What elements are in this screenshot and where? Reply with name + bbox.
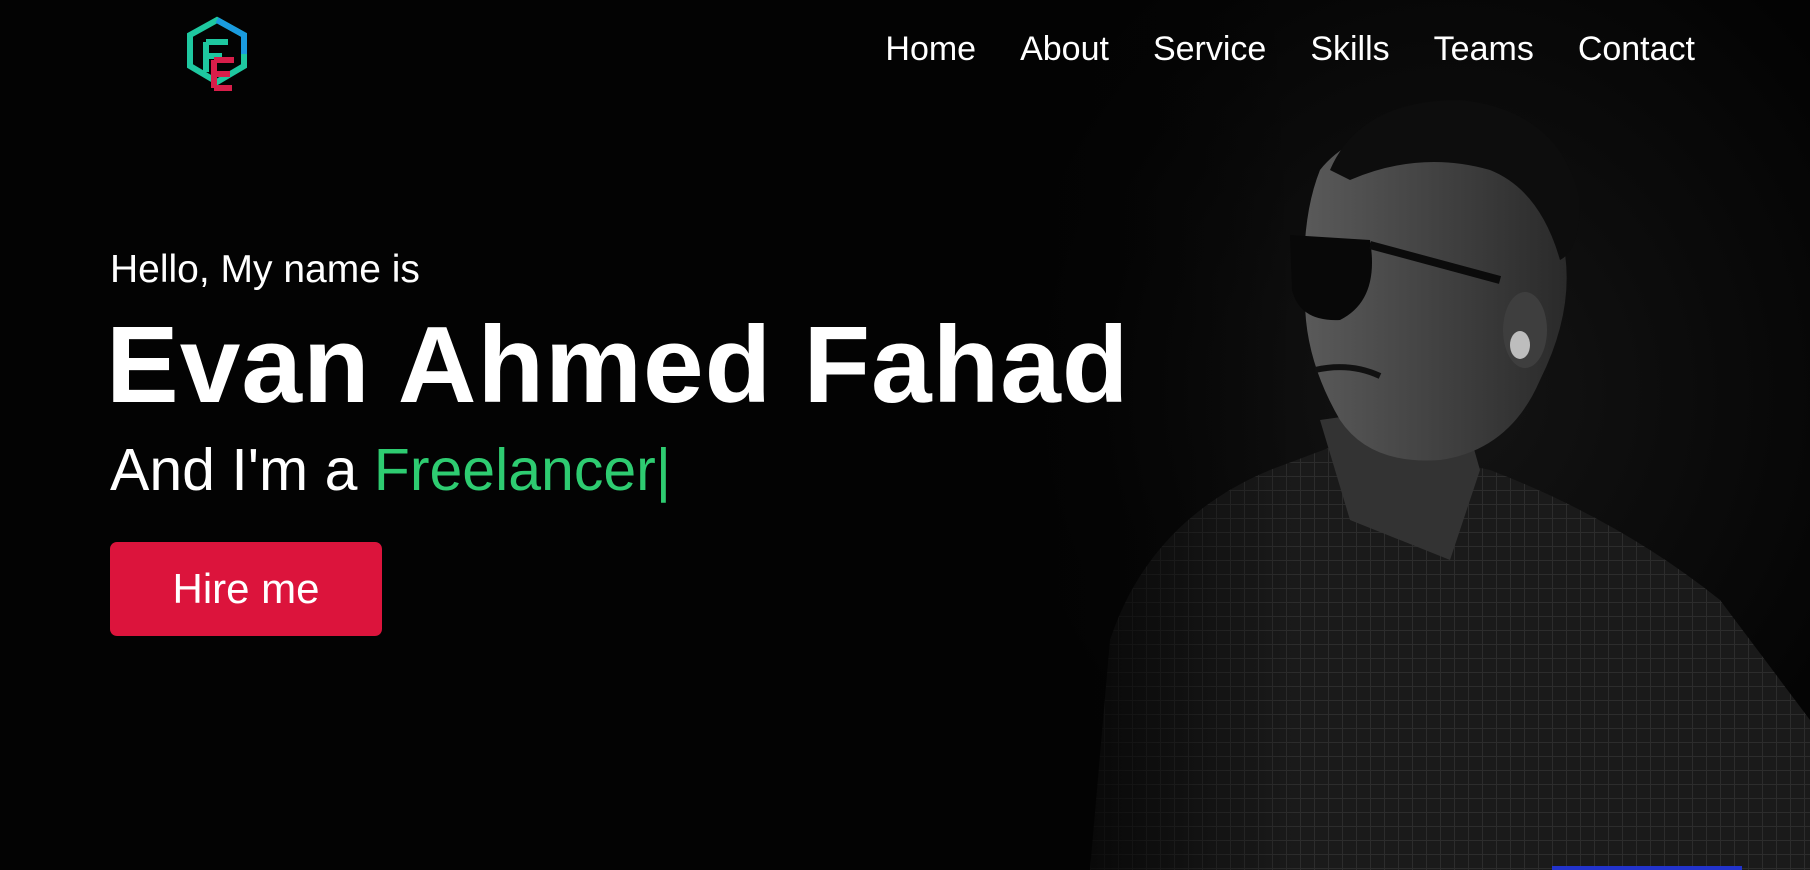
nav-contact[interactable]: Contact: [1578, 30, 1695, 69]
hire-me-button[interactable]: Hire me: [110, 542, 382, 636]
nav-skills[interactable]: Skills: [1310, 30, 1389, 69]
role-typed-text: Freelancer: [373, 437, 656, 503]
nav-about[interactable]: About: [1020, 30, 1109, 69]
typing-caret: |: [655, 437, 672, 503]
nav-home[interactable]: Home: [885, 30, 976, 69]
main-nav: Home About Service Skills Teams Contact: [885, 30, 1695, 69]
role-prefix: And I'm a: [110, 437, 374, 503]
hero-greeting: Hello, My name is: [110, 248, 420, 291]
nav-service[interactable]: Service: [1153, 30, 1266, 69]
hero-name: Evan Ahmed Fahad: [106, 304, 1130, 426]
hero-portrait-photo: [1020, 0, 1810, 870]
logo-icon[interactable]: [184, 16, 250, 96]
nav-teams[interactable]: Teams: [1434, 30, 1534, 69]
hero-role: And I'm a Freelancer|: [110, 436, 671, 504]
bottom-edge-mark: [1552, 866, 1742, 870]
